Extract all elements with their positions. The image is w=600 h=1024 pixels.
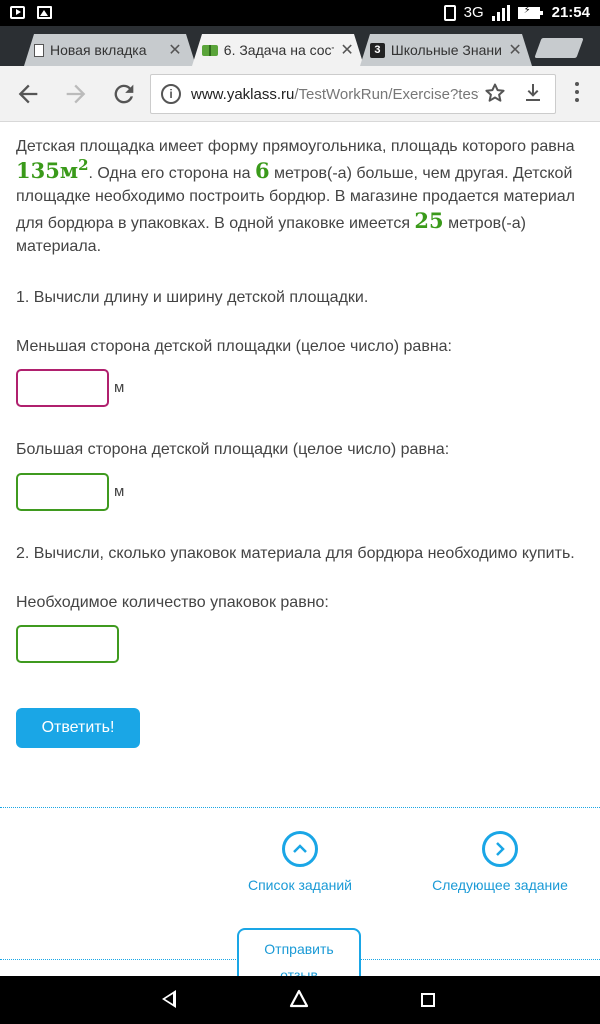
back-arrow-icon[interactable] xyxy=(14,80,42,108)
network-type: 3G xyxy=(463,4,484,21)
larger-side-label: Большая сторона детской площадки (целое … xyxy=(16,441,450,458)
feedback-button[interactable]: Отправить отзыв xyxy=(237,928,361,976)
page-content: Детская площадка имеет форму прямоугольн… xyxy=(0,123,600,976)
tab-yaklass-task[interactable]: 6. Задача на сост ✕ xyxy=(192,34,364,66)
vibrate-icon xyxy=(443,4,456,21)
tab-znanija[interactable]: 3 Школьные Знани ✕ xyxy=(360,34,532,66)
submit-button[interactable]: Ответить! xyxy=(16,708,140,748)
image-notification-icon xyxy=(37,6,52,19)
tab-strip: Новая вкладка ✕ 6. Задача на сост ✕ 3 Шк… xyxy=(0,26,600,66)
back-nav-icon[interactable] xyxy=(162,990,176,1008)
battery-charging-icon xyxy=(517,5,543,19)
close-icon[interactable]: ✕ xyxy=(340,40,354,60)
znanija-icon: 3 xyxy=(370,43,385,58)
divider xyxy=(0,807,600,808)
recent-apps-icon[interactable] xyxy=(421,993,435,1007)
problem-statement: Детская площадка имеет форму прямоугольн… xyxy=(16,138,576,255)
system-nav-bar xyxy=(0,976,600,1024)
signal-icon xyxy=(491,4,510,21)
reload-icon[interactable] xyxy=(110,80,138,108)
pack-length-value: 25 xyxy=(414,207,444,233)
address-bar[interactable]: i www.yaklass.ru/TestWorkRun/Exercise?te… xyxy=(150,74,556,114)
more-menu-icon[interactable] xyxy=(570,82,584,102)
tab-title: 6. Задача на сост xyxy=(223,42,335,58)
unit-label: м xyxy=(114,483,125,500)
bookmark-star-icon[interactable] xyxy=(483,81,507,112)
forward-arrow-icon[interactable] xyxy=(62,80,90,108)
packs-label: Необходимое количество упаковок равно: xyxy=(16,594,329,611)
url-text[interactable]: www.yaklass.ru/TestWorkRun/Exercise?test… xyxy=(191,86,479,103)
packs-input[interactable] xyxy=(16,625,119,663)
larger-side-input[interactable] xyxy=(16,473,109,511)
unit-label: м xyxy=(114,379,125,396)
clock: 21:54 xyxy=(551,4,590,21)
question-1: 1. Вычисли длину и ширину детской площад… xyxy=(16,289,369,306)
task-list-link[interactable]: Список заданий xyxy=(240,831,360,893)
chevron-right-icon xyxy=(482,831,518,867)
status-bar: 3G 21:54 xyxy=(0,0,600,26)
side-difference-value: 6 xyxy=(254,157,270,183)
area-value: 135м2 xyxy=(16,155,89,183)
download-icon[interactable] xyxy=(521,81,545,111)
close-icon[interactable]: ✕ xyxy=(508,40,522,60)
tab-new-tab[interactable]: Новая вкладка ✕ xyxy=(24,34,196,66)
next-task-link[interactable]: Следующее задание xyxy=(430,831,570,893)
tab-title: Новая вкладка xyxy=(50,42,147,58)
document-icon xyxy=(34,44,44,57)
new-tab-button[interactable] xyxy=(534,38,584,58)
browser-toolbar: i www.yaklass.ru/TestWorkRun/Exercise?te… xyxy=(0,66,600,122)
tab-title: Школьные Знани xyxy=(390,42,502,58)
info-icon[interactable]: i xyxy=(161,84,181,104)
home-nav-icon[interactable] xyxy=(288,988,310,1010)
close-icon[interactable]: ✕ xyxy=(168,40,182,60)
youtube-notification-icon xyxy=(10,6,25,19)
book-icon xyxy=(202,45,218,56)
chevron-up-icon xyxy=(282,831,318,867)
smaller-side-label: Меньшая сторона детской площадки (целое … xyxy=(16,338,452,355)
smaller-side-input[interactable] xyxy=(16,369,109,407)
question-2: 2. Вычисли, сколько упаковок материала д… xyxy=(16,545,575,562)
